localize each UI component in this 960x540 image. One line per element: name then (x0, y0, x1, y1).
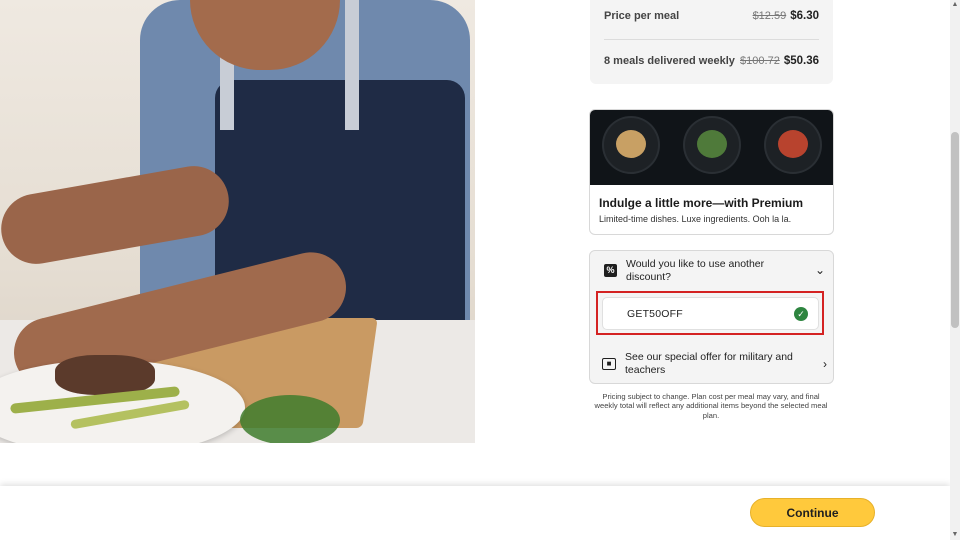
premium-title: Indulge a little more—with Premium (599, 196, 804, 210)
price-per-meal-old: $12.59 (752, 10, 787, 22)
price-per-meal-label: Price per meal (604, 10, 680, 22)
weekly-total-label: 8 meals delivered weekly (604, 55, 735, 67)
check-circle-icon: ✓ (794, 307, 808, 321)
price-per-meal-row: Price per meal $12.59 $6.30 (604, 10, 819, 22)
divider (604, 39, 819, 40)
discount-code-value[interactable]: GET50OFF (627, 308, 683, 320)
price-per-meal-new: $6.30 (790, 10, 819, 22)
hero-image (0, 0, 475, 443)
percent-icon: % (604, 264, 617, 277)
scroll-up-arrow[interactable]: ▲ (950, 0, 960, 10)
premium-dishes-image (590, 110, 833, 185)
discount-code-input[interactable]: GET50OFF ✓ (602, 297, 819, 330)
continue-button[interactable]: Continue (750, 498, 875, 527)
military-offer-link[interactable]: See our special offer for military and t… (625, 351, 805, 377)
premium-subtitle: Limited-time dishes. Luxe ingredients. O… (599, 214, 792, 224)
pricing-summary: Price per meal $12.59 $6.30 8 meals deli… (590, 0, 833, 84)
id-card-icon: ■ (602, 358, 616, 370)
chevron-down-icon[interactable]: ⌄ (813, 263, 827, 277)
chevron-right-icon[interactable]: › (823, 357, 827, 371)
premium-card[interactable]: Indulge a little more—with Premium Limit… (589, 109, 834, 235)
weekly-total-row: 8 meals delivered weekly $100.72 $50.36 (604, 55, 819, 67)
scrollbar-thumb[interactable] (951, 132, 959, 328)
scroll-down-arrow[interactable]: ▼ (950, 530, 960, 540)
pricing-disclaimer: Pricing subject to change. Plan cost per… (594, 392, 828, 420)
weekly-total-old: $100.72 (740, 55, 780, 67)
weekly-total-new: $50.36 (783, 55, 819, 67)
discount-question[interactable]: Would you like to use another discount? (626, 258, 786, 284)
